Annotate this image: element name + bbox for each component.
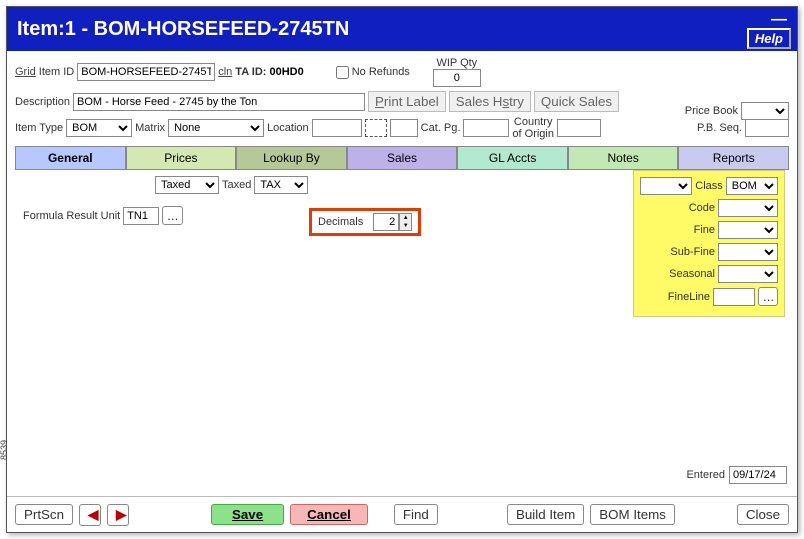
- class-label: Class: [695, 180, 723, 192]
- formula-more-button[interactable]: ...: [162, 206, 183, 225]
- classification-panel: Class BOM Code Fine Sub-Fine Seasonal: [633, 170, 785, 317]
- description-input[interactable]: [73, 93, 365, 111]
- location-label: Location: [267, 122, 309, 134]
- no-refunds-checkbox[interactable]: [336, 66, 349, 79]
- window-title: Item:1 - BOM-HORSEFEED-2745TN: [17, 18, 349, 41]
- bom-items-button[interactable]: BOM Items: [590, 504, 675, 525]
- bottom-bar: PrtScn ◀ ▶ Save Cancel Find Build Item B…: [7, 496, 797, 532]
- item-type-select[interactable]: BOM: [66, 119, 132, 137]
- tab-sales[interactable]: Sales: [347, 146, 458, 170]
- save-button[interactable]: Save: [211, 504, 284, 525]
- formula-result-input[interactable]: [123, 207, 159, 225]
- build-item-button[interactable]: Build Item: [507, 504, 584, 525]
- prtscn-button[interactable]: PrtScn: [15, 504, 73, 525]
- content-area: Grid Item ID cln TA ID: 00HD0 No Refunds…: [7, 51, 797, 470]
- next-button[interactable]: ▶: [107, 504, 129, 526]
- fineline-input[interactable]: [713, 288, 755, 306]
- code-select[interactable]: [718, 199, 778, 217]
- ta-id-value: 00HD0: [269, 66, 303, 78]
- general-panel: Taxed Taxed TAX Formula Result Unit ... …: [15, 170, 789, 470]
- pb-seq-label: P.B. Seq.: [697, 122, 742, 134]
- print-label-button[interactable]: PPrint Labelrint Label: [368, 91, 446, 112]
- tab-general[interactable]: General: [15, 146, 126, 170]
- help-button[interactable]: Help: [747, 28, 791, 49]
- taxed-select[interactable]: Taxed: [155, 176, 219, 194]
- ta-id-label: TA ID:: [235, 66, 266, 78]
- seasonal-label: Seasonal: [669, 268, 715, 280]
- cln-link[interactable]: cln: [218, 66, 232, 78]
- fineline-label: FineLine: [668, 291, 710, 303]
- tab-reports[interactable]: Reports: [678, 146, 789, 170]
- tab-notes[interactable]: Notes: [568, 146, 679, 170]
- side-watermark: 8539: [0, 440, 9, 460]
- country-origin-label: Countryof Origin: [512, 116, 554, 140]
- item-window: Item:1 - BOM-HORSEFEED-2745TN — Help Gri…: [6, 6, 798, 533]
- tax-code-select[interactable]: TAX: [254, 176, 308, 194]
- wip-qty-label: WIP Qty: [436, 57, 477, 69]
- class-select[interactable]: BOM: [726, 177, 778, 195]
- decimals-up-button[interactable]: ▲: [400, 214, 411, 222]
- tab-prices[interactable]: Prices: [126, 146, 237, 170]
- no-refunds-label: No Refunds: [352, 66, 410, 78]
- formula-result-label: Formula Result Unit: [23, 210, 120, 222]
- subfine-select[interactable]: [718, 243, 778, 261]
- grid-link[interactable]: Grid: [15, 66, 36, 78]
- decimals-highlight: Decimals ▲ ▼: [309, 208, 421, 236]
- price-book-label: Price Book: [685, 105, 738, 117]
- item-type-label: Item Type: [15, 122, 63, 134]
- price-book-select[interactable]: [741, 102, 789, 120]
- pb-seq-input[interactable]: [745, 119, 789, 137]
- close-button[interactable]: Close: [737, 504, 789, 525]
- prev-button[interactable]: ◀: [79, 504, 101, 526]
- cat-pg-input[interactable]: [463, 119, 509, 137]
- item-id-label: Item ID: [39, 66, 74, 78]
- fine-label: Fine: [694, 224, 715, 236]
- decimals-spinner: ▲ ▼: [399, 213, 412, 231]
- tab-glaccts[interactable]: GL Accts: [457, 146, 568, 170]
- location-input-2[interactable]: [390, 119, 418, 137]
- entered-date-input[interactable]: [729, 466, 787, 484]
- quick-sales-button[interactable]: Quick Sales: [534, 91, 619, 112]
- class-prefix-select[interactable]: [640, 177, 692, 195]
- minimize-button[interactable]: —: [771, 11, 787, 29]
- tabs: General Prices Lookup By Sales GL Accts …: [15, 146, 789, 170]
- fine-select[interactable]: [718, 221, 778, 239]
- cancel-button[interactable]: Cancel: [290, 504, 368, 525]
- item-id-input[interactable]: [77, 63, 215, 81]
- seasonal-select[interactable]: [718, 265, 778, 283]
- wip-qty-input[interactable]: [433, 69, 481, 87]
- location-input-1[interactable]: [312, 119, 362, 137]
- titlebar: Item:1 - BOM-HORSEFEED-2745TN — Help: [7, 7, 797, 51]
- sales-history-button[interactable]: Sales Hstry: [449, 91, 531, 112]
- cat-pg-label: Cat. Pg.: [421, 122, 461, 134]
- matrix-label: Matrix: [135, 122, 165, 134]
- entered-row: Entered: [686, 466, 787, 484]
- decimals-down-button[interactable]: ▼: [400, 222, 411, 230]
- subfine-label: Sub-Fine: [670, 246, 715, 258]
- decimals-label: Decimals: [318, 216, 363, 228]
- fineline-more-button[interactable]: ...: [758, 287, 778, 306]
- country-origin-input[interactable]: [557, 119, 601, 137]
- find-button[interactable]: Find: [394, 504, 438, 525]
- tab-lookup[interactable]: Lookup By: [236, 146, 347, 170]
- matrix-select[interactable]: None: [168, 119, 264, 137]
- location-focus-box[interactable]: [365, 119, 387, 137]
- code-label: Code: [689, 202, 715, 214]
- entered-label: Entered: [686, 469, 725, 481]
- decimals-input[interactable]: [373, 213, 399, 231]
- taxed-label: Taxed: [222, 179, 251, 191]
- description-label: Description: [15, 96, 70, 108]
